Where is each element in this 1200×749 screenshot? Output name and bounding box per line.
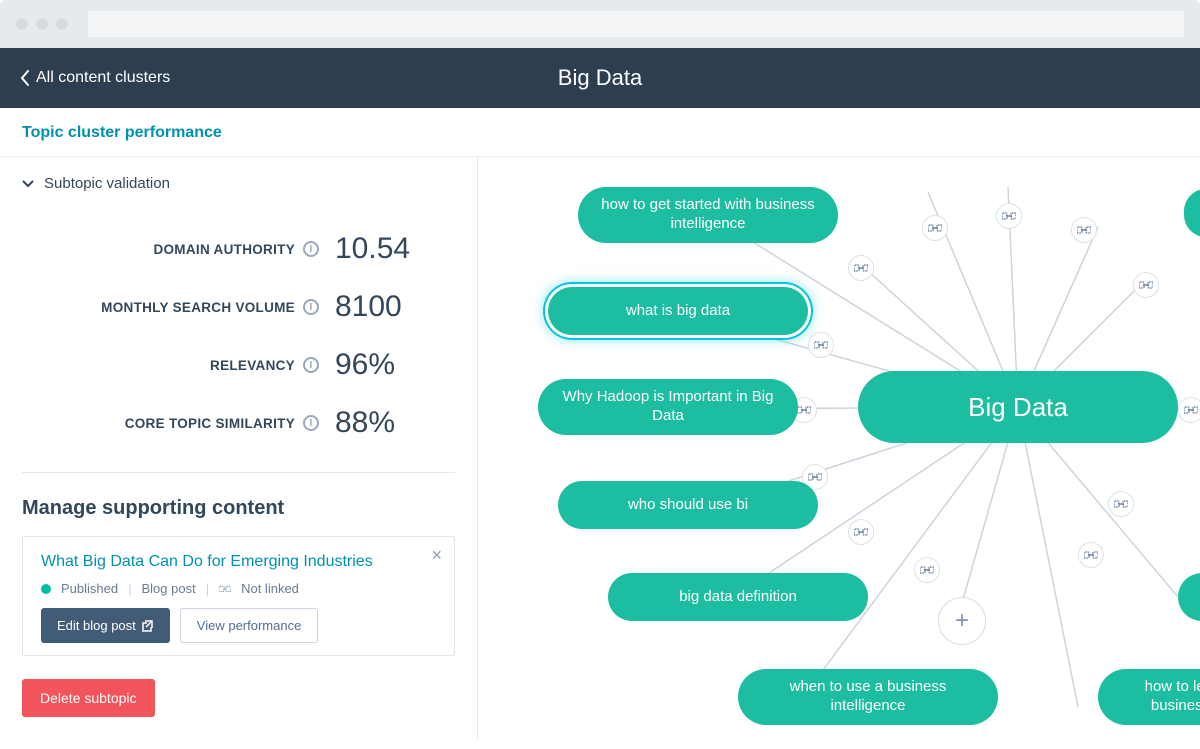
node-label: when to use a business intelligence: [760, 678, 976, 716]
info-icon[interactable]: i: [303, 415, 319, 431]
separator: |: [206, 581, 209, 596]
cluster-connections: [478, 157, 1200, 739]
metrics-list: DOMAIN AUTHORITY i 10.54 MONTHLY SEARCH …: [22, 220, 455, 452]
node-label: Big Data: [968, 391, 1068, 424]
content-type: Blog post: [142, 581, 196, 596]
button-label: View performance: [197, 618, 302, 633]
add-subtopic-button[interactable]: +: [938, 597, 986, 645]
content-linked: Not linked: [241, 581, 299, 596]
button-label: Edit blog post: [57, 618, 136, 633]
subtopic-node-whatis[interactable]: what is big data: [548, 287, 808, 335]
info-icon[interactable]: i: [303, 299, 319, 315]
info-icon[interactable]: i: [303, 357, 319, 373]
metric-label: DOMAIN AUTHORITY: [153, 242, 295, 257]
metric-value: 96%: [335, 348, 455, 382]
delete-subtopic-button[interactable]: Delete subtopic: [22, 679, 155, 717]
subtopic-node-whenuse[interactable]: when to use a business intelligence: [738, 669, 998, 725]
status-dot-icon: [41, 584, 51, 594]
tab-row: Topic cluster performance: [0, 108, 1200, 157]
node-label: how to learn mo business intell: [1120, 678, 1200, 716]
link-status-node[interactable]: [848, 519, 874, 545]
content-meta: Published | Blog post | Not linked: [41, 581, 436, 596]
metric-similarity: CORE TOPIC SIMILARITY i 88%: [22, 394, 455, 452]
plus-icon: +: [955, 607, 969, 635]
link-status-node[interactable]: [1108, 491, 1134, 517]
subtopic-node-whousebi[interactable]: who should use bi: [558, 481, 818, 529]
link-status-node[interactable]: [1078, 542, 1104, 568]
node-label: Why Hadoop is Important in Big Data: [560, 388, 776, 426]
link-status-node[interactable]: [1178, 397, 1200, 423]
content-status: Published: [61, 581, 118, 596]
metric-label: MONTHLY SEARCH VOLUME: [101, 300, 295, 315]
sidebar: Subtopic validation DOMAIN AUTHORITY i 1…: [0, 157, 478, 739]
page-title: Big Data: [558, 65, 642, 91]
metric-relevancy: RELEVANCY i 96%: [22, 336, 455, 394]
metric-value: 88%: [335, 406, 455, 440]
metric-domain-authority: DOMAIN AUTHORITY i 10.54: [22, 220, 455, 278]
edit-blog-post-button[interactable]: Edit blog post: [41, 608, 170, 643]
expander-label: Subtopic validation: [44, 175, 170, 192]
link-status-node[interactable]: [996, 203, 1022, 229]
back-label: All content clusters: [36, 69, 170, 87]
core-topic-node[interactable]: Big Data: [858, 371, 1178, 443]
metric-value: 8100: [335, 290, 455, 324]
metric-monthly-search: MONTHLY SEARCH VOLUME i 8100: [22, 278, 455, 336]
traffic-light-red: [16, 18, 28, 30]
subtopic-node-learnmore[interactable]: how to learn mo business intell: [1098, 669, 1200, 725]
button-label: Delete subtopic: [40, 690, 137, 706]
link-status-node[interactable]: [922, 215, 948, 241]
browser-chrome: [0, 0, 1200, 48]
link-status-node[interactable]: [1133, 272, 1159, 298]
close-icon[interactable]: ×: [431, 545, 442, 566]
page-nav: All content clusters Big Data: [0, 48, 1200, 108]
metric-label: CORE TOPIC SIMILARITY: [125, 416, 295, 431]
link-icon: [219, 583, 231, 595]
content-title-link[interactable]: What Big Data Can Do for Emerging Indust…: [41, 553, 436, 571]
node-label: how to get started with business intelli…: [600, 196, 816, 234]
supporting-content-header: Manage supporting content: [22, 497, 455, 520]
external-link-icon: [142, 620, 154, 632]
subtopic-validation-expander[interactable]: Subtopic validation: [22, 175, 455, 192]
supporting-content-card: × What Big Data Can Do for Emerging Indu…: [22, 536, 455, 656]
node-label: who should use bi: [628, 496, 748, 515]
link-status-node[interactable]: [914, 557, 940, 583]
node-label: big data definition: [679, 588, 797, 607]
metric-value: 10.54: [335, 232, 455, 266]
chevron-left-icon: [20, 70, 30, 86]
divider: [22, 472, 455, 473]
link-status-node[interactable]: [848, 255, 874, 281]
chevron-down-icon: [22, 180, 34, 188]
cluster-canvas[interactable]: how to get started with business intelli…: [478, 157, 1200, 739]
subtopic-node-getstarted[interactable]: how to get started with business intelli…: [578, 187, 838, 243]
view-performance-button[interactable]: View performance: [180, 608, 319, 643]
tab-cluster-performance[interactable]: Topic cluster performance: [22, 124, 222, 141]
back-to-clusters-link[interactable]: All content clusters: [20, 69, 170, 87]
info-icon[interactable]: i: [303, 241, 319, 257]
subtopic-node-hadoop[interactable]: Why Hadoop is Important in Big Data: [538, 379, 798, 435]
metric-label: RELEVANCY: [210, 358, 295, 373]
separator: |: [128, 581, 131, 596]
traffic-light-yellow: [36, 18, 48, 30]
traffic-light-green: [56, 18, 68, 30]
url-bar[interactable]: [88, 11, 1184, 37]
node-label: what is big data: [626, 302, 730, 321]
link-status-node[interactable]: [808, 332, 834, 358]
subtopic-node-definition[interactable]: big data definition: [608, 573, 868, 621]
link-status-node[interactable]: [1071, 217, 1097, 243]
